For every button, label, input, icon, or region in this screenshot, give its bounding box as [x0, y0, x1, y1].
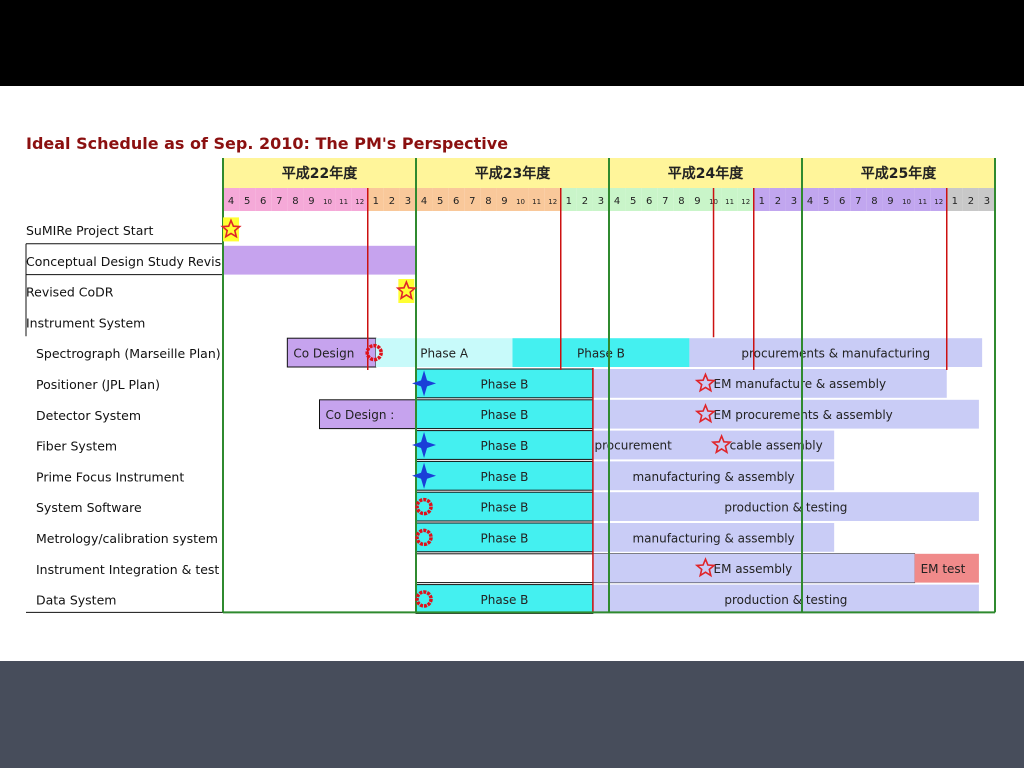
month-label: 12	[741, 198, 750, 206]
month-label: 11	[725, 198, 734, 206]
slide-bottom-band	[0, 661, 1024, 768]
row-label: Revised CoDR	[26, 285, 114, 300]
annotation-label: EM manufacture & assembly	[714, 377, 887, 391]
month-label: 9	[887, 196, 893, 207]
bar-label: Phase B	[481, 439, 529, 453]
month-label: 2	[775, 196, 781, 207]
bar-label: Phase B	[481, 408, 529, 422]
schedule-bar	[223, 245, 416, 275]
bar-label: Phase B	[481, 470, 529, 484]
bar-label: manufacturing & assembly	[632, 470, 794, 484]
annotation-label: procurement	[595, 439, 673, 453]
month-label: 7	[855, 196, 861, 207]
annotation-label: EM assembly	[714, 562, 793, 576]
month-label: 8	[871, 196, 877, 207]
month-label: 10	[516, 198, 525, 206]
month-label: 10	[902, 198, 911, 206]
annotation-label: cable assembly	[730, 439, 823, 453]
month-label: 9	[308, 196, 314, 207]
month-label: 4	[421, 196, 427, 207]
row-label: Metrology/calibration system	[36, 531, 218, 546]
month-label: 2	[389, 196, 395, 207]
month-label: 12	[548, 198, 557, 206]
month-label: 7	[662, 196, 668, 207]
row-label: Positioner (JPL Plan)	[36, 377, 160, 392]
row-label: System Software	[36, 500, 142, 515]
month-label: 8	[485, 196, 491, 207]
bar-label: procurements & manufacturing	[741, 347, 930, 361]
bar-label: Phase B	[481, 377, 529, 391]
month-label: 2	[582, 196, 588, 207]
row-label: Prime Focus Instrument	[36, 469, 184, 484]
row-label: Detector System	[36, 408, 141, 423]
bar-label: Phase B	[481, 531, 529, 545]
month-label: 6	[260, 196, 266, 207]
month-label: 11	[339, 198, 348, 206]
month-label: 3	[405, 196, 411, 207]
month-label: 2	[968, 196, 974, 207]
row-label: Data System	[36, 593, 116, 608]
month-label: 1	[759, 196, 765, 207]
month-label: 6	[453, 196, 459, 207]
month-label: 4	[614, 196, 620, 207]
row-label: Conceptual Design Study Revision	[26, 254, 240, 269]
month-label: 11	[532, 198, 541, 206]
month-label: 4	[228, 196, 234, 207]
slide: Ideal Schedule as of Sep. 2010: The PM's…	[0, 86, 1024, 661]
bar-label: production & testing	[724, 593, 847, 607]
bar-label: Co Design :	[326, 408, 395, 422]
bar-label: Phase A	[420, 347, 469, 361]
month-label: 4	[807, 196, 813, 207]
month-label: 3	[791, 196, 797, 207]
row-label: Fiber System	[36, 439, 117, 454]
month-label: 5	[244, 196, 250, 207]
month-label: 5	[437, 196, 443, 207]
annotation-label: EM procurements & assembly	[714, 408, 893, 422]
row-label: SuMIRe Project Start	[26, 223, 153, 238]
month-label: 3	[598, 196, 604, 207]
row-label: Instrument Integration & test	[36, 562, 219, 577]
month-label: 9	[501, 196, 507, 207]
month-label: 12	[934, 198, 943, 206]
month-label: 1	[952, 196, 958, 207]
year-header-label: 平成24年度	[668, 165, 744, 182]
bar-label: Co Design	[293, 347, 354, 361]
month-label: 10	[323, 198, 332, 206]
year-header-label: 平成22年度	[282, 165, 358, 182]
year-header-label: 平成25年度	[861, 165, 937, 182]
year-header-label: 平成23年度	[475, 165, 551, 182]
month-label: 5	[630, 196, 636, 207]
month-label: 6	[839, 196, 845, 207]
month-label: 6	[646, 196, 652, 207]
bar-label: Phase B	[481, 501, 529, 515]
month-label: 11	[918, 198, 927, 206]
month-label: 7	[276, 196, 282, 207]
bar-label: Phase B	[577, 347, 625, 361]
row-label: Instrument System	[26, 315, 145, 330]
month-label: 8	[292, 196, 298, 207]
month-label: 7	[469, 196, 475, 207]
month-label: 9	[694, 196, 700, 207]
bar-label: production & testing	[724, 501, 847, 515]
slide-top-band	[0, 0, 1024, 86]
month-label: 8	[678, 196, 684, 207]
month-label: 3	[984, 196, 990, 207]
gantt-chart: 平成22年度 平成23年度 平成24年度 平成25年度4 5 6 7 8 9 10 11 12 1 2 3 4…	[25, 158, 996, 614]
month-label: 12	[355, 198, 364, 206]
bar-label: manufacturing & assembly	[632, 531, 794, 545]
bar-label: EM test	[921, 562, 966, 576]
bar-label: Phase B	[481, 593, 529, 607]
month-label: 1	[566, 196, 572, 207]
month-label: 1	[373, 196, 379, 207]
month-label: 5	[823, 196, 829, 207]
row-label: Spectrograph (Marseille Plan)	[36, 346, 221, 361]
